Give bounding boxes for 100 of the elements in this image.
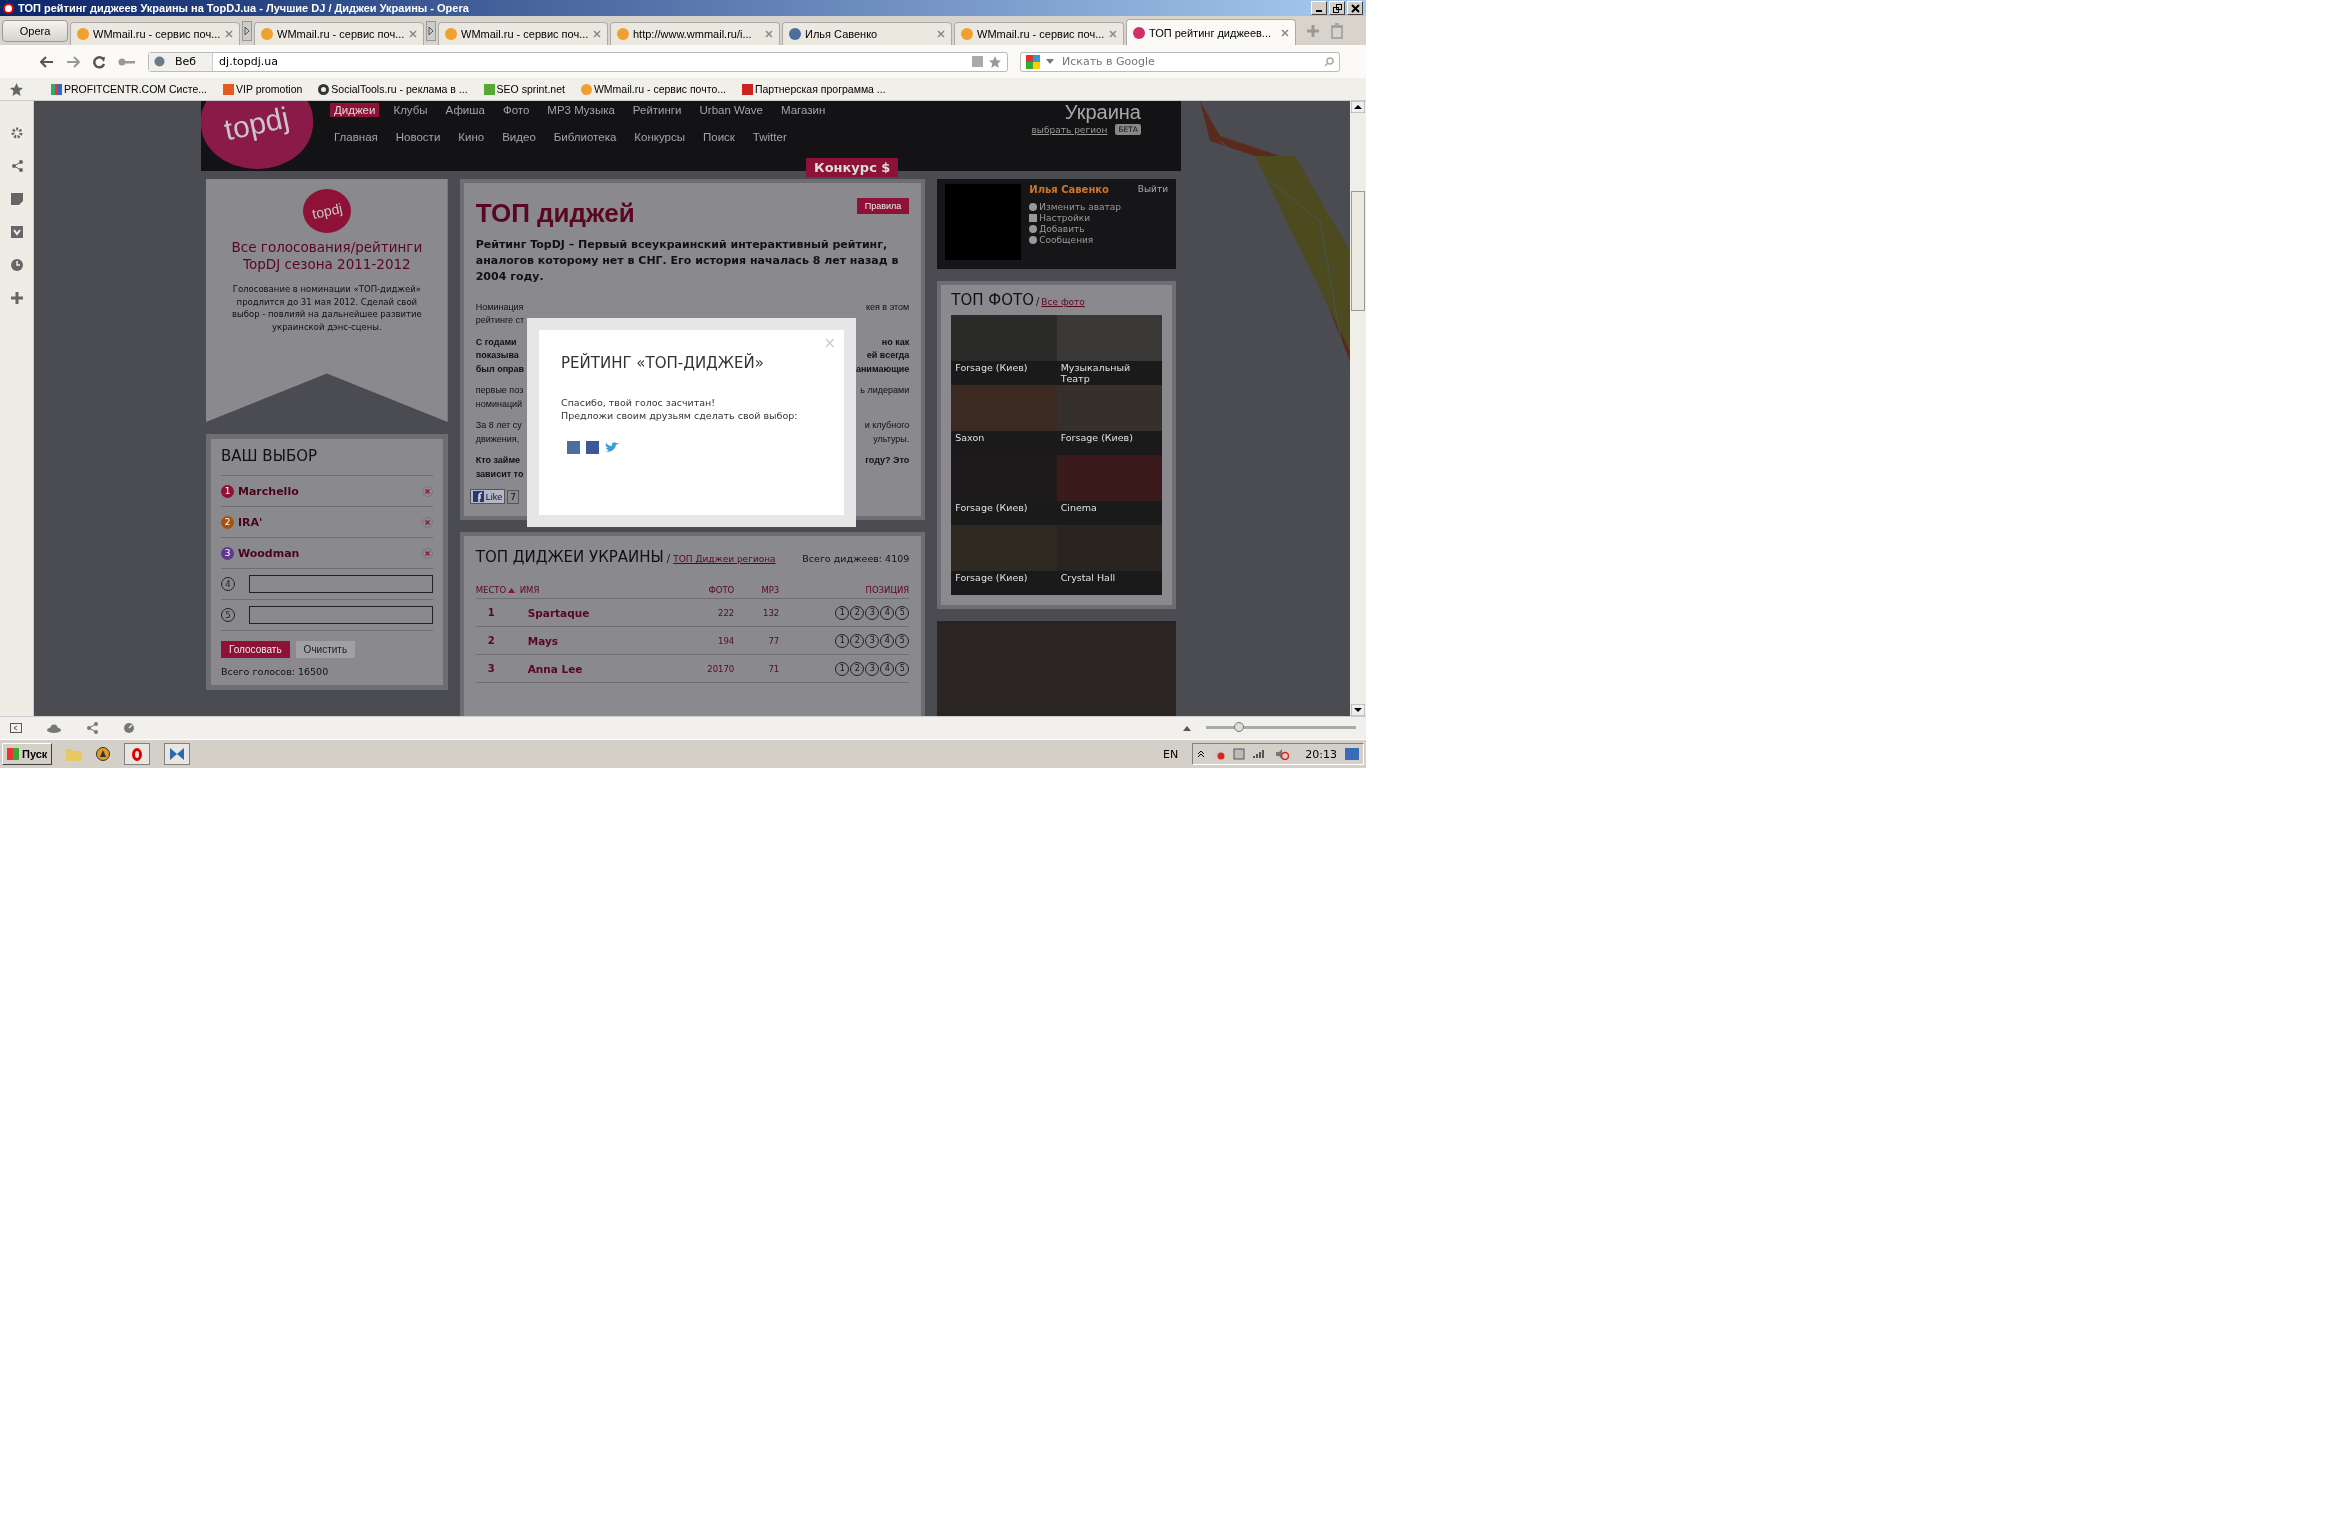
clock-icon[interactable] (10, 259, 23, 271)
photo-placeholder[interactable]: Saxon (951, 385, 1057, 455)
logout-link[interactable]: Выйти (1137, 184, 1168, 195)
language-indicator[interactable]: EN (1163, 747, 1179, 761)
close-icon[interactable] (409, 30, 417, 38)
share-icon[interactable] (10, 160, 23, 172)
share-icon[interactable] (86, 722, 98, 734)
clear-button[interactable]: Очистить (295, 641, 356, 658)
scroll-up-icon[interactable] (1351, 101, 1365, 113)
close-icon[interactable] (765, 30, 773, 38)
user-menu-link[interactable]: Изменить аватар (1029, 202, 1168, 212)
region-djs-link[interactable]: ТОП Диджеи региона (673, 554, 776, 565)
column-header[interactable]: ПОЗИЦИЯ (865, 585, 910, 596)
column-header[interactable]: МЕСТО (475, 585, 507, 596)
panel-toggle-icon[interactable] (10, 723, 22, 733)
nav-link[interactable]: Конкурсы (630, 130, 689, 144)
nav-link[interactable]: Twitter (748, 130, 791, 144)
browser-tab[interactable]: WMmail.ru - сервис поч... (438, 22, 608, 45)
browser-tab[interactable]: WMmail.ru - сервис поч... (254, 22, 424, 45)
column-header[interactable]: MP3 (761, 585, 790, 596)
close-icon[interactable] (225, 30, 233, 38)
key-icon[interactable] (118, 56, 136, 67)
remove-icon[interactable] (421, 547, 433, 559)
choose-region-link[interactable]: выбрать регион (1031, 124, 1108, 135)
browser-tab[interactable]: WMmail.ru - сервис поч... (70, 22, 240, 45)
plus-icon[interactable] (10, 292, 23, 304)
note-icon[interactable] (10, 193, 23, 205)
vk-share-icon[interactable] (567, 440, 580, 454)
promo-title[interactable]: Все голосования/рейтинги TopDJ сезона 2011-2012 (221, 239, 432, 273)
reload-icon[interactable] (92, 54, 106, 69)
photo-placeholder[interactable]: Cinema (1056, 455, 1162, 525)
browser-tab[interactable]: ТОП рейтинг диджеев... (1126, 19, 1296, 45)
start-button[interactable]: Пуск (2, 743, 53, 765)
remove-icon[interactable] (421, 516, 433, 528)
vote-button[interactable]: Голосовать (221, 641, 290, 658)
photo-placeholder[interactable]: Музыкальный Театр (1056, 315, 1162, 385)
close-icon[interactable] (937, 30, 945, 38)
minimize-button[interactable] (1311, 1, 1327, 15)
bookmark-link[interactable]: SEO sprint.net (483, 83, 565, 95)
nav-link[interactable]: Видео (498, 130, 540, 144)
nav-link[interactable]: Библиотека (549, 130, 621, 144)
photo-placeholder[interactable]: Forsage (Киев) (951, 315, 1057, 385)
user-menu-link[interactable]: Настройки (1029, 213, 1168, 223)
dj-name-link[interactable]: Spartaque (519, 606, 675, 619)
device-icon[interactable] (1233, 748, 1246, 760)
media-player-icon[interactable] (96, 747, 111, 761)
column-header[interactable]: ИМЯ (519, 585, 675, 596)
scrollbar-thumb[interactable] (1351, 191, 1365, 311)
star-icon[interactable] (989, 55, 1001, 68)
dj-input-field[interactable] (249, 606, 433, 624)
gear-icon[interactable] (10, 127, 23, 139)
cloud-icon[interactable] (47, 723, 61, 733)
forward-icon[interactable] (66, 55, 80, 68)
nav-link[interactable]: Клубы (389, 103, 432, 117)
remove-icon[interactable] (421, 485, 433, 497)
all-photos-link[interactable]: Все фото (1041, 297, 1085, 307)
nav-link[interactable]: Кино (454, 130, 489, 144)
dj-name-link[interactable]: Mays (519, 634, 675, 647)
close-button[interactable] (1347, 1, 1363, 15)
photo-placeholder[interactable]: Forsage (Киев) (1056, 385, 1162, 455)
search-field[interactable]: Искать в Google (1020, 51, 1340, 72)
user-menu-link[interactable]: Сообщения (1029, 235, 1168, 245)
chevron-up-icon[interactable] (1197, 750, 1206, 758)
download-icon[interactable] (10, 226, 23, 238)
opera-menu-button[interactable]: Opera (2, 19, 68, 42)
nav-link[interactable]: Магазин (777, 103, 830, 117)
back-icon[interactable] (40, 55, 54, 68)
browser-tab[interactable]: Илья Савенко (782, 22, 952, 45)
browser-tab[interactable]: http://www.wmmail.ru/i... (610, 22, 780, 45)
search-icon[interactable] (1324, 56, 1334, 67)
facebook-share-icon[interactable] (586, 440, 599, 454)
dj-input-field[interactable] (249, 575, 433, 593)
bookmark-link[interactable]: WMmail.ru - сервис почто... (580, 83, 726, 95)
user-name-link[interactable]: Илья Савенко (1029, 184, 1109, 195)
topdj-logo[interactable]: topdj (201, 101, 313, 169)
bookmark-link[interactable]: SocialTools.ru - реклама в ... (318, 83, 468, 95)
column-header[interactable]: ФОТО (708, 585, 745, 596)
opera-taskbar-button[interactable] (124, 743, 151, 765)
scroll-down-icon[interactable] (1351, 704, 1365, 716)
like-button[interactable]: Like (469, 489, 506, 505)
nav-link[interactable]: Поиск (698, 130, 739, 144)
nav-link[interactable]: Рейтинги (628, 103, 686, 117)
close-icon[interactable] (1281, 28, 1289, 37)
photo-placeholder[interactable]: Crystal Hall (1056, 525, 1162, 595)
bird-icon[interactable] (605, 441, 619, 453)
nav-link[interactable]: Urban Wave (695, 103, 767, 117)
photo-placeholder[interactable]: Forsage (Киев) (951, 525, 1057, 595)
caret-icon[interactable] (1046, 59, 1054, 64)
rules-button[interactable]: Правила (856, 198, 910, 214)
close-icon[interactable] (593, 30, 601, 38)
nav-link[interactable]: Главная (330, 130, 382, 144)
bookmark-link[interactable]: Партнерская программа ... (742, 83, 886, 95)
contest-button[interactable]: Конкурс $ (806, 158, 899, 177)
dj-name-link[interactable]: IRA' (238, 515, 418, 529)
star-icon[interactable] (10, 82, 23, 96)
bookmark-link[interactable]: PROFITCENTR.COM Систе... (51, 83, 207, 95)
dj-name-link[interactable]: Woodman (238, 546, 418, 560)
dj-name-link[interactable]: Marchello (238, 484, 418, 498)
network-app-taskbar-button[interactable] (164, 743, 191, 765)
nav-link[interactable]: Диджеи (330, 103, 380, 117)
